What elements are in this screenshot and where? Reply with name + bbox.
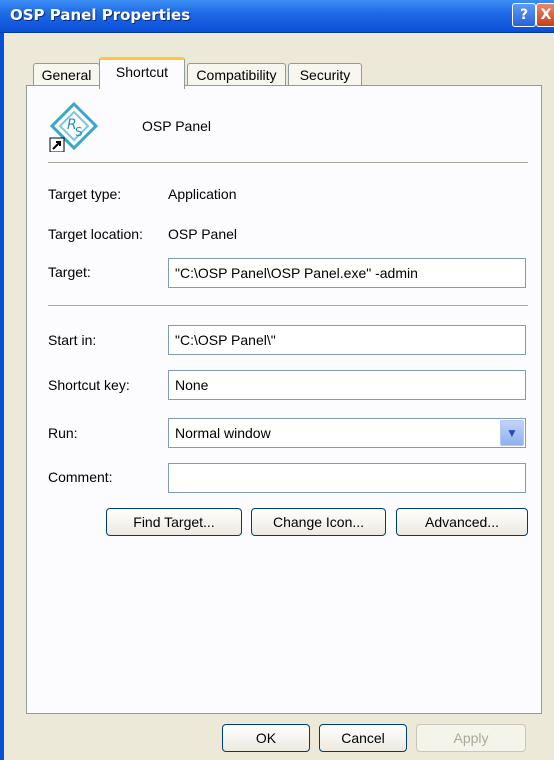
tab-general[interactable]: General — [33, 63, 100, 86]
tab-security[interactable]: Security — [288, 63, 362, 86]
run-dropdown-value: Normal window — [175, 425, 271, 441]
shortcut-key-field[interactable] — [168, 370, 526, 400]
target-location-value: OSP Panel — [168, 226, 238, 242]
tab-shortcut[interactable]: Shortcut — [99, 57, 185, 89]
window-title: OSP Panel Properties — [10, 6, 191, 24]
window-frame — [0, 32, 4, 760]
target-label: Target: — [48, 264, 91, 280]
title-bar[interactable]: OSP Panel Properties ? X — [0, 0, 554, 33]
start-in-field[interactable] — [168, 325, 526, 355]
run-dropdown[interactable]: Normal window ▼ — [168, 418, 526, 448]
ok-button[interactable]: OK — [222, 724, 310, 752]
separator-middle — [48, 305, 528, 307]
advanced-button[interactable]: Advanced... — [396, 508, 528, 536]
svg-text:S: S — [75, 125, 83, 139]
tab-compatibility[interactable]: Compatibility — [187, 63, 286, 86]
separator-top — [48, 162, 528, 164]
run-label: Run: — [48, 425, 78, 441]
app-name: OSP Panel — [142, 118, 212, 134]
help-button[interactable]: ? — [512, 3, 536, 27]
osp-panel-shortcut-icon: R S — [49, 101, 99, 152]
cancel-button[interactable]: Cancel — [319, 724, 407, 752]
shortcut-key-label: Shortcut key: — [48, 377, 130, 393]
target-location-label: Target location: — [48, 226, 143, 242]
target-field[interactable] — [168, 258, 526, 288]
comment-label: Comment: — [48, 469, 113, 485]
find-target-button[interactable]: Find Target... — [106, 508, 242, 536]
target-type-label: Target type: — [48, 186, 122, 202]
comment-field[interactable] — [168, 463, 526, 493]
start-in-label: Start in: — [48, 332, 97, 348]
apply-button[interactable]: Apply — [416, 724, 526, 752]
target-type-value: Application — [168, 186, 237, 202]
close-button[interactable]: X — [536, 3, 554, 27]
change-icon-button[interactable]: Change Icon... — [251, 508, 386, 536]
chevron-down-icon[interactable]: ▼ — [500, 420, 524, 446]
